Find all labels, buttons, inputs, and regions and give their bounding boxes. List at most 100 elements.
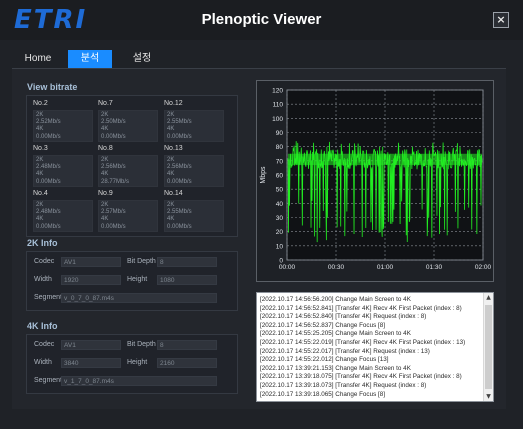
y-tick-label: 20 <box>276 229 284 236</box>
cell-line: 2K <box>36 112 44 118</box>
cell-line: 4K <box>167 171 175 178</box>
cell-line: 4K <box>167 126 175 133</box>
cell-line: 2.56Mb/s <box>101 164 126 171</box>
log-line: [2022.10.17 14:55:22.017] [Transfer 4K] … <box>260 347 430 355</box>
y-tick-label: 30 <box>276 215 284 222</box>
log-line: [2022.10.17 13:39:21.153] Change Main Sc… <box>260 364 411 372</box>
y-tick-label: 90 <box>276 130 284 137</box>
segment-field: v_1_7_0_87.m4s <box>61 376 217 386</box>
y-tick-label: 50 <box>276 187 284 194</box>
segment-label: Segment <box>34 294 63 301</box>
height-label: Height <box>127 276 148 283</box>
cell-name: No.7 <box>98 100 113 107</box>
cell-values: 2K 2.56Mb/s 4K 28.77Mb/s <box>98 155 158 187</box>
log-line: [2022.10.17 13:39:18.073] [Transfer 4K] … <box>260 382 427 389</box>
y-tick-label: 120 <box>272 88 283 95</box>
y-tick-label: 110 <box>273 102 284 109</box>
close-button[interactable]: × <box>493 12 509 28</box>
bitdepth-label: Bit Depth <box>127 341 156 348</box>
cell-values: 2K 2.48Mb/s 4K 0.00Mb/s <box>33 155 93 187</box>
segment-label: Segment <box>34 377 63 384</box>
cell-values: 2K 2.55Mb/s 4K 0.00Mb/s <box>164 110 224 142</box>
y-axis-label: Mbps <box>260 166 267 184</box>
log-line: [2022.10.17 14:56:52.841] [Transfer 4K] … <box>260 304 462 312</box>
codec-label: Codec <box>34 258 55 265</box>
log-line: [2022.10.17 13:39:18.075] [Transfer 4K] … <box>260 373 462 381</box>
cell-line: 4K <box>167 216 175 223</box>
bitdepth-field: 8 <box>157 257 217 267</box>
window-title: Plenoptic Viewer <box>201 11 322 28</box>
x-tick-label: 01:00 <box>377 264 394 271</box>
cell-name: No.9 <box>98 190 113 197</box>
cell-line: 2K <box>101 112 109 118</box>
cell-line: 4K <box>36 171 44 178</box>
cell-line: 0.00Mb/s <box>167 133 192 140</box>
scroll-down-icon[interactable]: ▼ <box>484 392 493 401</box>
bitrate-cell-no7: No.7 2K 2.50Mb/s 4K 0.00Mb/s <box>98 100 162 142</box>
log-line: [2022.10.17 14:55:22.012] Change Focus [… <box>260 356 389 364</box>
cell-line: 2K <box>101 157 109 163</box>
title-bar: ETRI Plenoptic Viewer × <box>0 0 523 40</box>
cell-values: 2K 2.48Mb/s 4K 0.00Mb/s <box>33 200 93 232</box>
width-field: 1920 <box>61 275 121 285</box>
cell-values: 2K 2.56Mb/s 4K 0.00Mb/s <box>164 155 224 187</box>
y-tick-label: 80 <box>276 144 284 151</box>
info-2k-panel: Codec AV1 Bit Depth 8 Width 1920 Height … <box>26 251 238 311</box>
bitrate-cell-no2: No.2 2K 2.52Mb/s 4K 0.00Mb/s <box>33 100 97 142</box>
cell-line: 2K <box>167 112 175 118</box>
bitdepth-field: 8 <box>157 340 217 350</box>
cell-line: 4K <box>36 216 44 223</box>
height-label: Height <box>127 359 148 366</box>
event-log[interactable]: [2022.10.17 14:56:56.200] Change Main Sc… <box>256 292 494 402</box>
bitrate-cell-no4: No.4 2K 2.48Mb/s 4K 0.00Mb/s <box>33 190 97 232</box>
cell-line: 0.00Mb/s <box>167 223 192 230</box>
bitrate-cell-no3: No.3 2K 2.48Mb/s 4K 0.00Mb/s <box>33 145 97 187</box>
codec-label: Codec <box>34 341 55 348</box>
width-field: 3840 <box>61 358 121 368</box>
tab-home[interactable]: Home <box>16 50 60 68</box>
x-tick-label: 00:00 <box>279 264 296 271</box>
cell-line: 2.55Mb/s <box>167 119 192 126</box>
app-window: ETRI Plenoptic Viewer × Home 분석 설정 View … <box>0 0 523 429</box>
y-tick-label: 100 <box>272 116 283 123</box>
scroll-up-icon[interactable]: ▲ <box>484 293 493 302</box>
cell-name: No.8 <box>98 145 113 152</box>
scroll-thumb[interactable] <box>485 305 492 389</box>
cell-line: 2.55Mb/s <box>167 209 192 216</box>
x-tick-label: 00:30 <box>328 264 345 271</box>
cell-line: 2K <box>36 157 44 163</box>
bitrate-cell-no14: No.14 2K 2.55Mb/s 4K 0.00Mb/s <box>164 190 228 232</box>
cell-name: No.3 <box>33 145 48 152</box>
width-label: Width <box>34 276 52 283</box>
bitrate-chart-svg: 010203040506070809010011012000:00 00:30 01… <box>260 88 492 272</box>
log-line: [2022.10.17 14:56:56.200] Change Main Sc… <box>260 296 411 303</box>
info-4k-title: 4K Info <box>27 321 58 331</box>
cell-line: 2K <box>101 202 109 208</box>
bitrate-series-band <box>288 153 482 166</box>
log-scrollbar[interactable]: ▲ ▼ <box>483 293 493 401</box>
cell-line: 0.00Mb/s <box>101 223 126 230</box>
y-tick-label: 70 <box>276 158 284 165</box>
cell-name: No.13 <box>164 145 183 152</box>
log-line: [2022.10.17 14:55:22.019] [Transfer 4K] … <box>260 339 466 346</box>
view-bitrate-grid: No.2 2K 2.52Mb/s 4K 0.00Mb/s No.7 2K 2.5… <box>26 95 238 237</box>
tab-analysis[interactable]: 분석 <box>68 50 112 68</box>
cell-name: No.14 <box>164 190 183 197</box>
x-tick-label: 02:00 <box>475 264 492 271</box>
log-line: [2022.10.17 14:56:52.837] Change Focus [… <box>260 321 385 329</box>
cell-line: 0.00Mb/s <box>36 223 61 230</box>
view-bitrate-title: View bitrate <box>27 82 78 92</box>
cell-line: 4K <box>101 171 109 178</box>
cell-name: No.12 <box>164 100 183 107</box>
log-line: [2022.10.17 13:39:18.065] Change Focus [… <box>260 390 385 398</box>
cell-line: 2.52Mb/s <box>36 119 61 126</box>
tab-settings[interactable]: 설정 <box>120 50 164 68</box>
height-field: 1080 <box>157 275 217 285</box>
cell-line: 2K <box>36 202 44 208</box>
bitrate-cell-no8: No.8 2K 2.56Mb/s 4K 28.77Mb/s <box>98 145 162 187</box>
cell-line: 2K <box>167 202 175 208</box>
info-2k-title: 2K Info <box>27 238 58 248</box>
cell-line: 4K <box>101 216 109 223</box>
height-field: 2160 <box>157 358 217 368</box>
cell-name: No.4 <box>33 190 48 197</box>
